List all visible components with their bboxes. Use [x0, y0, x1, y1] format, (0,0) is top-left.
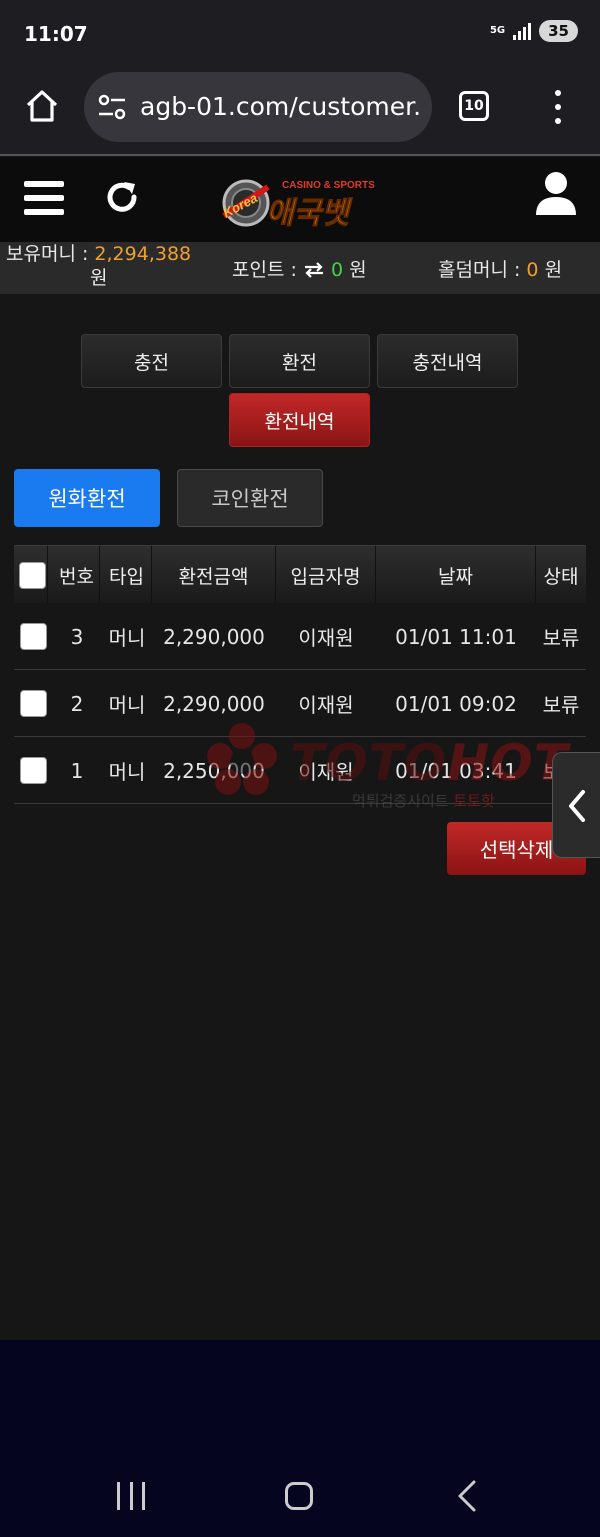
row-number: 1 [70, 758, 84, 783]
logo-title: 애국벳 [266, 196, 353, 231]
holdem-label: 홀덤머니 : [438, 259, 521, 281]
row-number: 3 [70, 624, 84, 649]
site-header: Korea CASINO & SPORTS 애국벳 [0, 157, 600, 242]
row-type: 머니 [108, 626, 146, 650]
watermark-sub-a: 먹튀검증사이트 [352, 792, 449, 810]
column-header-date: 날짜 [376, 546, 536, 604]
points-label: 포인트 : [232, 259, 297, 281]
tab-deposit-history[interactable]: 충전내역 [377, 334, 518, 388]
row-select-cell [18, 603, 48, 670]
row-status: 보류 [542, 626, 580, 650]
column-header-type: 타입 [102, 546, 152, 604]
column-header-status: 상태 [543, 565, 579, 588]
home-icon[interactable] [24, 88, 60, 124]
watermark-sub-b: 토토핫 [453, 792, 495, 810]
row-checkbox[interactable] [19, 757, 47, 784]
user-icon[interactable] [534, 171, 578, 217]
watermark-brand-b: HOT [447, 734, 569, 792]
column-header-number: 번호 [54, 546, 100, 604]
more-icon[interactable] [553, 90, 563, 124]
watermark-logo-icon [207, 723, 277, 795]
row-type: 머니 [108, 760, 146, 784]
won-exchange-tab[interactable]: 원화환전 [14, 469, 160, 527]
battery-indicator: 35 [539, 20, 578, 42]
column-header-depositor: 입금자명 [276, 546, 376, 604]
table-row: 3 머니 2,290,000 이재원 01/01 11:01 보류 [14, 603, 586, 670]
tabs-icon[interactable]: 10 [459, 91, 489, 121]
row-checkbox[interactable] [19, 690, 47, 717]
system-home-icon[interactable] [285, 1482, 313, 1510]
points-unit: 원 [349, 259, 367, 281]
watermark-brand-a: TOTO [290, 734, 448, 792]
money-value: 2,294,388 [94, 243, 192, 265]
status-icons: 5G 35 [490, 20, 578, 42]
back-icon[interactable] [456, 1480, 478, 1512]
logo-subtitle: CASINO & SPORTS [282, 180, 375, 191]
holdem-unit: 원 [544, 259, 563, 281]
points-value: 0 [330, 259, 344, 281]
row-depositor: 이재원 [298, 626, 354, 650]
watermark-brand: TOTOHOT [290, 734, 569, 792]
tab-deposit[interactable]: 충전 [81, 334, 222, 388]
row-select-cell [18, 737, 48, 804]
signal-icon [513, 22, 532, 40]
chevron-left-icon [569, 790, 585, 822]
row-checkbox[interactable] [19, 623, 47, 650]
row-type: 머니 [108, 693, 146, 717]
money-balance: 보유머니 : 2,294,388 원 [6, 242, 206, 290]
side-panel-toggle[interactable] [552, 752, 600, 858]
points-balance: 포인트 : 0 원 [232, 255, 367, 282]
network-label: 5G [489, 25, 506, 36]
refresh-icon[interactable] [102, 177, 142, 217]
status-bar: 11:07 5G 35 [0, 0, 600, 70]
row-number: 2 [70, 691, 84, 716]
watermark-subtitle: 먹튀검증사이트 토토핫 [352, 790, 495, 811]
swap-icon[interactable] [303, 262, 325, 278]
address-bar[interactable]: agb-01.com/customer. [84, 72, 432, 142]
money-unit: 원 [90, 267, 108, 289]
coin-exchange-tab[interactable]: 코인환전 [177, 469, 323, 527]
select-all-cell [18, 546, 48, 604]
watermark: TOTOHOT 먹튀검증사이트 토토핫 [206, 722, 600, 818]
holdem-balance: 홀덤머니 : 0 원 [438, 255, 562, 282]
row-date: 01/01 11:01 [395, 624, 517, 649]
select-all-checkbox[interactable] [19, 561, 46, 589]
tab-withdraw[interactable]: 환전 [229, 334, 370, 388]
table-header: 번호 타입 환전금액 입금자명 날짜 상태 [14, 545, 586, 604]
menu-icon[interactable] [24, 181, 64, 215]
column-header-amount: 환전금액 [152, 546, 276, 604]
site-settings-icon[interactable] [98, 94, 126, 120]
site-logo[interactable]: Korea CASINO & SPORTS 애국벳 [214, 161, 384, 241]
status-time: 11:07 [24, 22, 88, 46]
balance-bar: 보유머니 : 2,294,388 원 포인트 : 0 원 홀덤머니 : 0 원 [0, 242, 600, 294]
row-amount: 2,290,000 [163, 624, 265, 649]
url-text[interactable]: agb-01.com/customer. [140, 92, 424, 121]
recent-apps-icon[interactable] [117, 1482, 145, 1510]
tab-withdraw-history[interactable]: 환전내역 [229, 393, 370, 447]
money-label: 보유머니 : [6, 243, 89, 265]
row-select-cell [18, 670, 48, 737]
holdem-value: 0 [526, 259, 539, 281]
browser-toolbar: agb-01.com/customer. 10 [0, 70, 600, 156]
